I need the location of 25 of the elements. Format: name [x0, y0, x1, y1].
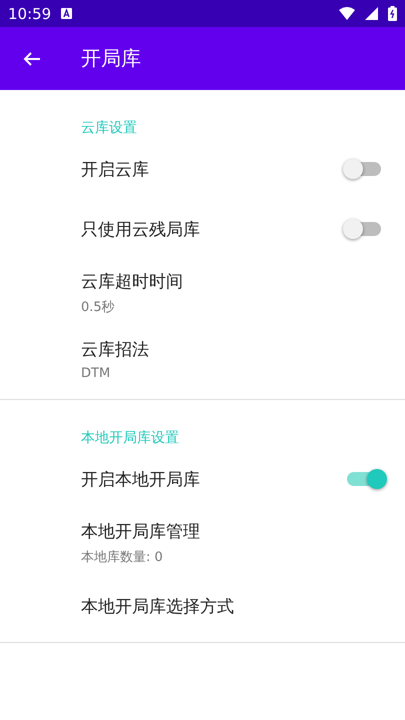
category-title: 本地开局库设置	[80, 429, 180, 448]
battery-icon	[388, 6, 397, 21]
settings-row[interactable]: 云库超时时间 0.5秒	[0, 259, 405, 326]
settings-row[interactable]: 本地开局库选择方式	[0, 576, 405, 636]
setting-title: 本地开局库选择方式	[81, 596, 235, 618]
wifi-icon	[339, 6, 355, 20]
setting-summary: 0.5秒	[81, 298, 116, 316]
setting-summary: DTM	[81, 366, 112, 381]
signal-icon	[365, 7, 378, 20]
setting-title: 本地开局库管理	[81, 520, 201, 542]
screen-title: 开局库	[81, 45, 141, 72]
settings-row[interactable]: 开启云库	[0, 139, 405, 199]
clock: 10:59	[8, 4, 52, 22]
setting-title: 开启云库	[81, 158, 150, 180]
settings-row[interactable]: 本地开局库管理 本地库数量: 0	[0, 509, 405, 576]
notification-icon	[61, 8, 72, 19]
settings-row[interactable]: 开启本地开局库	[0, 449, 405, 509]
setting-title: 只使用云残局库	[81, 218, 201, 240]
setting-title: 云库招法	[81, 339, 150, 361]
category-title: 云库设置	[80, 119, 138, 138]
setting-summary: 本地库数量: 0	[81, 548, 164, 566]
settings-row[interactable]: 只使用云残局库	[0, 199, 405, 259]
setting-title: 开启本地开局库	[81, 468, 201, 490]
setting-title: 云库超时时间	[81, 270, 184, 292]
settings-row[interactable]: 云库招法 DTM	[0, 326, 405, 393]
